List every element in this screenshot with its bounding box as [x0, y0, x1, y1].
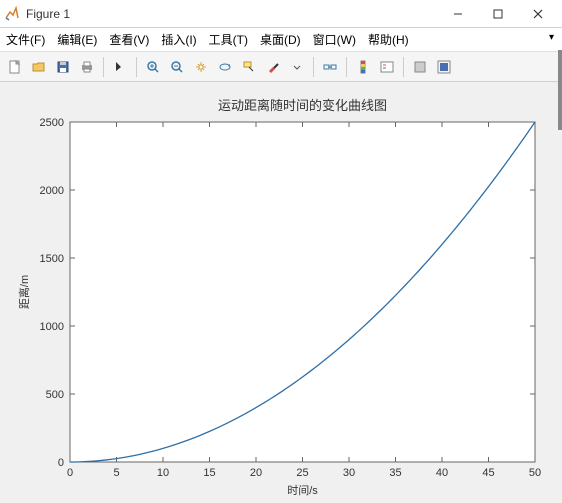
menu-edit[interactable]: 编辑(E)	[57, 31, 97, 48]
svg-text:2000: 2000	[40, 185, 64, 197]
svg-text:30: 30	[343, 467, 355, 479]
insert-legend-button[interactable]	[376, 56, 398, 78]
new-figure-button[interactable]	[4, 56, 26, 78]
menu-window[interactable]: 窗口(W)	[313, 31, 356, 48]
menu-tools[interactable]: 工具(T)	[209, 31, 248, 48]
open-button[interactable]	[28, 56, 50, 78]
svg-text:10: 10	[157, 467, 169, 479]
dock-handle[interactable]	[558, 50, 562, 130]
maximize-button[interactable]	[478, 2, 518, 26]
brush-button[interactable]	[262, 56, 284, 78]
svg-text:时间/s: 时间/s	[287, 484, 318, 497]
svg-text:500: 500	[46, 389, 64, 401]
hide-plot-tools-button[interactable]	[409, 56, 431, 78]
toolbar-separator	[313, 57, 314, 77]
svg-text:15: 15	[203, 467, 215, 479]
toolbar-separator	[103, 57, 104, 77]
svg-text:运动距离随时间的变化曲线图: 运动距离随时间的变化曲线图	[218, 98, 387, 113]
svg-text:1500: 1500	[40, 253, 64, 265]
save-button[interactable]	[52, 56, 74, 78]
toolbar	[0, 52, 562, 82]
menu-view[interactable]: 查看(V)	[109, 31, 149, 48]
print-button[interactable]	[76, 56, 98, 78]
title-bar: Figure 1	[0, 0, 562, 28]
svg-text:2500: 2500	[40, 117, 64, 129]
menu-bar: 文件(F) 编辑(E) 查看(V) 插入(I) 工具(T) 桌面(D) 窗口(W…	[0, 28, 562, 52]
window-title: Figure 1	[26, 7, 438, 21]
minimize-button[interactable]	[438, 2, 478, 26]
svg-text:35: 35	[389, 467, 401, 479]
data-cursor-button[interactable]	[238, 56, 260, 78]
show-plot-tools-button[interactable]	[433, 56, 455, 78]
rotate-3d-button[interactable]	[214, 56, 236, 78]
dropdown-icon[interactable]	[286, 56, 308, 78]
matlab-logo-icon	[4, 6, 20, 22]
window-controls	[438, 2, 558, 26]
menu-desktop[interactable]: 桌面(D)	[260, 31, 301, 48]
menu-insert[interactable]: 插入(I)	[161, 31, 196, 48]
menu-overflow-icon[interactable]: ▾	[549, 32, 554, 43]
link-plot-button[interactable]	[319, 56, 341, 78]
svg-text:20: 20	[250, 467, 262, 479]
menu-file[interactable]: 文件(F)	[6, 31, 45, 48]
zoom-out-button[interactable]	[166, 56, 188, 78]
insert-colorbar-button[interactable]	[352, 56, 374, 78]
svg-text:0: 0	[58, 457, 64, 469]
toolbar-separator	[346, 57, 347, 77]
svg-text:0: 0	[67, 467, 73, 479]
axes[interactable]: 0510152025303540455005001000150020002500…	[0, 82, 562, 503]
close-button[interactable]	[518, 2, 558, 26]
svg-text:5: 5	[113, 467, 119, 479]
svg-text:距离/m: 距离/m	[17, 275, 31, 309]
svg-text:1000: 1000	[40, 321, 64, 333]
edit-plot-button[interactable]	[109, 56, 131, 78]
toolbar-separator	[403, 57, 404, 77]
svg-text:40: 40	[436, 467, 448, 479]
toolbar-separator	[136, 57, 137, 77]
figure-canvas[interactable]: 0510152025303540455005001000150020002500…	[0, 82, 562, 503]
svg-text:25: 25	[296, 467, 308, 479]
pan-button[interactable]	[190, 56, 212, 78]
menu-help[interactable]: 帮助(H)	[368, 31, 409, 48]
zoom-in-button[interactable]	[142, 56, 164, 78]
svg-text:50: 50	[529, 467, 541, 479]
svg-text:45: 45	[482, 467, 494, 479]
